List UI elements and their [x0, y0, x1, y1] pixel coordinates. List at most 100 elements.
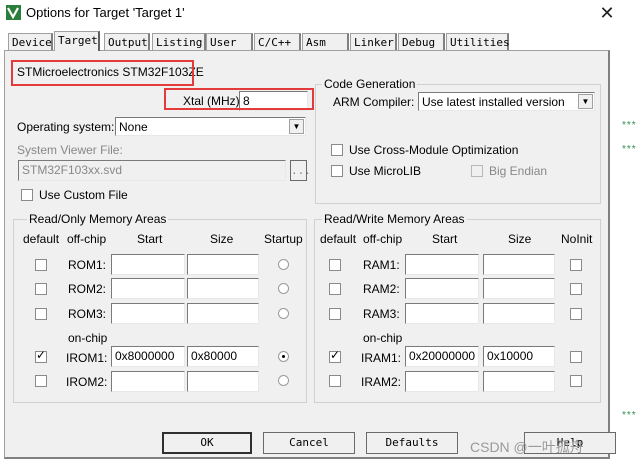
close-button[interactable]: ✕ [596, 2, 618, 24]
iram2-label: IRAM2: [361, 375, 402, 389]
rom2-start-input[interactable] [111, 278, 185, 299]
cross-module-optimization-checkbox[interactable] [331, 144, 343, 156]
rw-on-chip-label: on-chip [363, 331, 403, 345]
title-bar: Options for Target 'Target 1' ✕ [0, 0, 641, 26]
iram1-noinit-checkbox[interactable] [570, 351, 582, 363]
ro-header-default: default [23, 232, 60, 246]
chevron-down-icon: ▼ [289, 119, 304, 134]
rw-header-off-chip: off-chip [363, 232, 403, 246]
rom3-startup-radio[interactable] [278, 308, 289, 319]
iram2-start-input[interactable] [405, 371, 479, 392]
code-generation-title: Code Generation [322, 77, 418, 91]
ram3-size-input[interactable] [483, 303, 555, 324]
use-microlib-checkbox[interactable] [331, 165, 343, 177]
ro-header-size: Size [210, 232, 234, 246]
irom2-label: IROM2: [66, 375, 108, 389]
iram2-default-checkbox[interactable] [329, 375, 341, 387]
rom2-startup-radio[interactable] [278, 283, 289, 294]
ro-header-startup: Startup [264, 232, 303, 246]
cross-module-optimization-label: Use Cross-Module Optimization [349, 143, 519, 157]
rom2-size-input[interactable] [187, 278, 259, 299]
svd-label: System Viewer File: [17, 143, 123, 157]
read-only-memory-title: Read/Only Memory Areas [27, 212, 169, 226]
arm-compiler-label: ARM Compiler: [333, 95, 415, 109]
read-write-memory-title: Read/Write Memory Areas [322, 212, 467, 226]
ram1-size-input[interactable] [483, 254, 555, 275]
rom1-start-input[interactable] [111, 254, 185, 275]
iram1-label: IRAM1: [361, 351, 402, 365]
tab-linker[interactable]: Linker [350, 33, 397, 50]
ram1-default-checkbox[interactable] [329, 259, 341, 271]
ram3-start-input[interactable] [405, 303, 479, 324]
svd-browse-button[interactable]: ... [290, 160, 311, 181]
rom3-start-input[interactable] [111, 303, 185, 324]
rw-header-noinit: NoInit [561, 232, 593, 246]
irom2-startup-radio[interactable] [278, 375, 289, 386]
ram2-size-input[interactable] [483, 278, 555, 299]
irom1-start-input[interactable]: 0x8000000 [111, 346, 185, 367]
csdn-watermark: CSDN @一叶孤舟 [470, 439, 584, 455]
tab-device[interactable]: Device [8, 33, 53, 50]
iram1-size-input[interactable]: 0x10000 [483, 346, 555, 367]
ram2-noinit-checkbox[interactable] [570, 283, 582, 295]
ram2-default-checkbox[interactable] [329, 283, 341, 295]
tab-asm[interactable]: Asm [302, 33, 349, 50]
rom3-default-checkbox[interactable] [35, 308, 47, 320]
big-endian-checkbox[interactable] [471, 165, 483, 177]
ram3-default-checkbox[interactable] [329, 308, 341, 320]
ram2-label: RAM2: [363, 282, 400, 296]
os-selected-value: None [119, 120, 148, 134]
rom3-size-input[interactable] [187, 303, 259, 324]
use-microlib-label: Use MicroLIB [349, 164, 422, 178]
tab-target[interactable]: Target [54, 31, 100, 51]
tab-output[interactable]: Output [104, 33, 150, 50]
use-custom-file-label: Use Custom File [39, 188, 128, 202]
ro-on-chip-label: on-chip [68, 331, 108, 345]
tab-listing[interactable]: Listing [152, 33, 206, 50]
cancel-button[interactable]: Cancel [263, 432, 355, 454]
rw-header-default: default [320, 232, 357, 246]
irom1-startup-radio[interactable] [278, 351, 289, 362]
iram1-start-input[interactable]: 0x20000000 [405, 346, 479, 367]
use-custom-file-checkbox[interactable] [21, 189, 33, 201]
irom2-start-input[interactable] [111, 371, 185, 392]
tab-c-cpp[interactable]: C/C++ [254, 33, 301, 50]
highlight-box-device [11, 60, 194, 86]
iram1-default-checkbox[interactable] [329, 348, 341, 363]
tab-user[interactable]: User [206, 33, 253, 50]
background-stars: *** [622, 144, 637, 155]
arm-compiler-select[interactable]: Use latest installed version ▼ [418, 92, 595, 111]
rw-header-size: Size [508, 232, 532, 246]
tab-utilities[interactable]: Utilities [446, 33, 510, 50]
background-stars: *** [622, 410, 637, 421]
iram2-size-input[interactable] [483, 371, 555, 392]
iram2-noinit-checkbox[interactable] [570, 375, 582, 387]
irom1-size-input[interactable]: 0x80000 [187, 346, 259, 367]
ram1-noinit-checkbox[interactable] [570, 259, 582, 271]
ram1-label: RAM1: [363, 258, 400, 272]
arm-compiler-selected-value: Use latest installed version [422, 95, 565, 109]
ok-button[interactable]: OK [162, 432, 252, 454]
irom2-size-input[interactable] [187, 371, 259, 392]
rom1-startup-radio[interactable] [278, 259, 289, 270]
ram1-start-input[interactable] [405, 254, 479, 275]
rom1-label: ROM1: [68, 258, 107, 272]
ram2-start-input[interactable] [405, 278, 479, 299]
defaults-button[interactable]: Defaults [366, 432, 458, 454]
background-editor: *** *** *** [612, 26, 641, 468]
irom2-default-checkbox[interactable] [35, 375, 47, 387]
rom2-default-checkbox[interactable] [35, 283, 47, 295]
rom1-default-checkbox[interactable] [35, 259, 47, 271]
irom1-label: IROM1: [66, 351, 108, 365]
rom3-label: ROM3: [68, 307, 107, 321]
chevron-down-icon: ▼ [578, 94, 593, 109]
irom1-default-checkbox[interactable] [35, 348, 47, 363]
tab-debug[interactable]: Debug [398, 33, 445, 50]
rom1-size-input[interactable] [187, 254, 259, 275]
ram3-noinit-checkbox[interactable] [570, 308, 582, 320]
ro-header-start: Start [137, 232, 163, 246]
ro-header-off-chip: off-chip [67, 232, 107, 246]
rw-header-start: Start [432, 232, 458, 246]
ram3-label: RAM3: [363, 307, 400, 321]
os-select[interactable]: None ▼ [115, 117, 306, 136]
